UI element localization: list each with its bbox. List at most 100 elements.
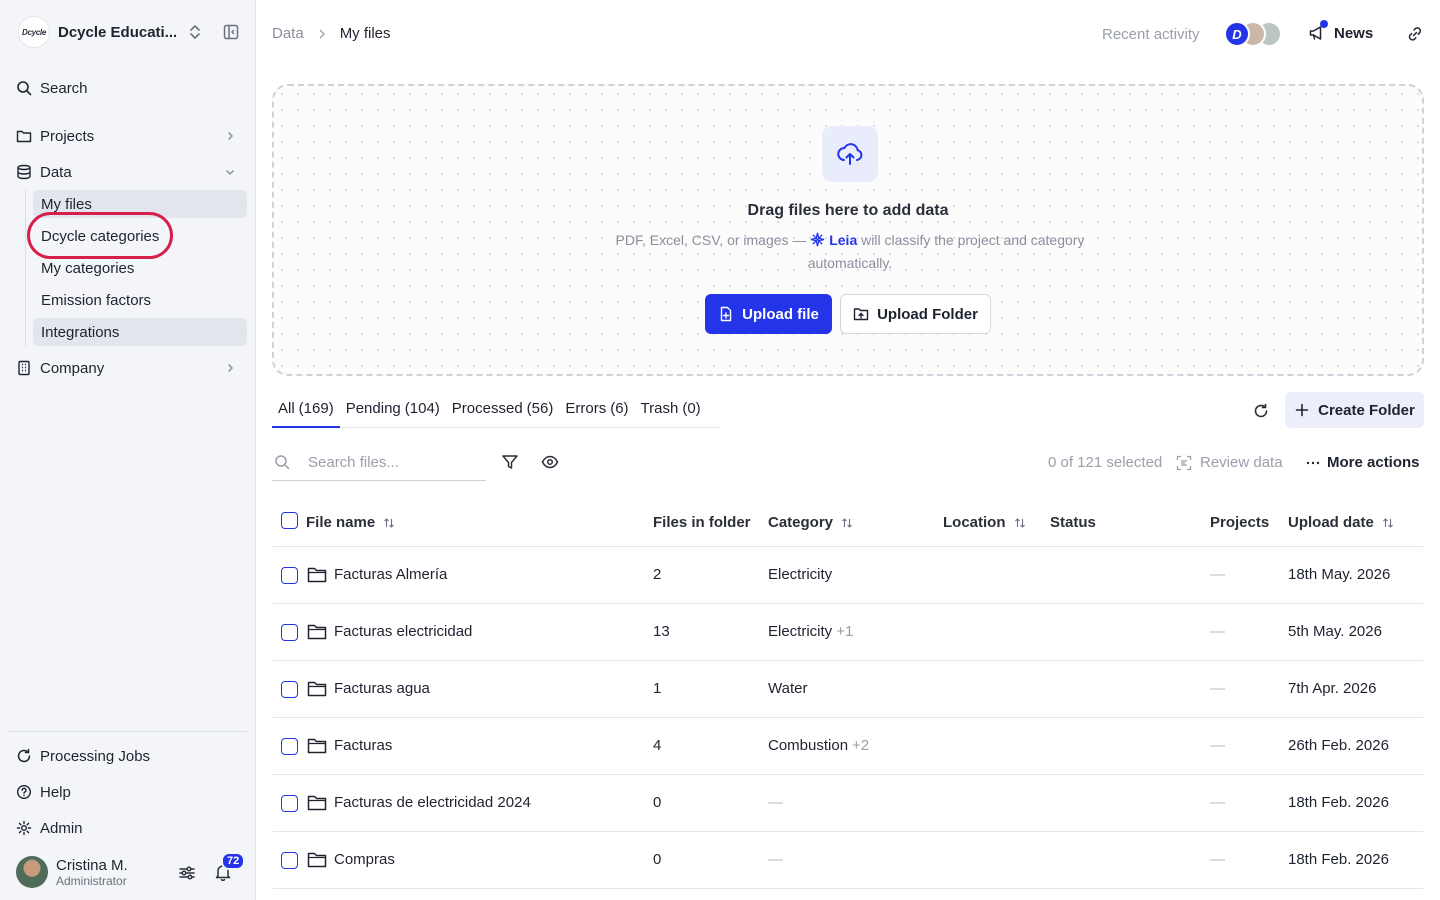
upload-folder-button[interactable]: Upload Folder: [840, 294, 991, 334]
chevron-right-icon: [228, 132, 233, 140]
row-checkbox[interactable]: [281, 624, 298, 641]
upload-file-label: Upload file: [742, 305, 819, 323]
files-in-folder: 1: [653, 680, 662, 697]
collaborator-avatars[interactable]: D: [1224, 21, 1286, 47]
tab-label: Errors: [565, 400, 607, 417]
upload-date: 18th Feb. 2026: [1288, 851, 1389, 868]
projects: —: [1210, 851, 1225, 868]
review-data-button[interactable]: Review data: [1176, 454, 1283, 471]
column-label: Projects: [1210, 514, 1270, 531]
avatar: D: [1224, 21, 1250, 47]
column-projects: Projects: [1210, 514, 1269, 531]
news-unread-dot: [1320, 20, 1328, 28]
chevron-down-icon: [226, 170, 234, 175]
projects: —: [1210, 680, 1225, 697]
sidebar-collapse-icon[interactable]: [222, 23, 240, 41]
refresh-icon[interactable]: [1252, 402, 1270, 420]
file-name[interactable]: Compras: [334, 851, 395, 868]
file-name[interactable]: Facturas electricidad: [334, 623, 472, 640]
folder-icon: [307, 681, 327, 697]
recent-activity-link[interactable]: Recent activity: [1102, 26, 1200, 43]
sidebar-item-help[interactable]: Help: [16, 778, 248, 806]
column-location[interactable]: Location: [943, 514, 1026, 531]
column-label: Files in folder: [653, 514, 751, 531]
files-in-folder: 2: [653, 566, 662, 583]
tab-pending[interactable]: Pending (104): [340, 394, 446, 428]
tab-count: (6): [610, 400, 629, 417]
more-actions-button[interactable]: More actions: [1305, 454, 1420, 471]
sidebar-item-integrations[interactable]: Integrations: [33, 318, 247, 346]
eye-icon[interactable]: [541, 453, 559, 471]
tab-errors[interactable]: Errors (6): [559, 394, 634, 428]
category-label: Electricity: [768, 566, 833, 583]
category: Electricity: [768, 566, 836, 583]
create-folder-label: Create Folder: [1318, 401, 1415, 419]
tab-count: (56): [526, 400, 554, 417]
sidebar-item-data[interactable]: Data: [16, 158, 248, 186]
table-row[interactable]: Facturas agua 1 Water — 7th Apr. 2026: [273, 661, 1423, 718]
row-checkbox[interactable]: [281, 852, 298, 869]
database-icon: [17, 164, 31, 180]
table-row[interactable]: Facturas 4 Combustion +2 — 26th Feb. 2026: [273, 718, 1423, 775]
sidebar-item-projects[interactable]: Projects: [16, 122, 248, 150]
category: —: [768, 794, 783, 811]
org-switcher[interactable]: Dcycle Dcycle Educati...: [18, 16, 246, 48]
filter-icon[interactable]: [501, 453, 519, 471]
table-row[interactable]: Facturas electricidad 13 Electricity +1 —…: [273, 604, 1423, 661]
search-field[interactable]: [272, 444, 486, 481]
file-name[interactable]: Facturas agua: [334, 680, 430, 697]
news-label: News: [1334, 24, 1374, 42]
upload-date: 18th May. 2026: [1288, 566, 1391, 583]
folder-icon: [307, 567, 327, 583]
tab-processed[interactable]: Processed (56): [446, 394, 560, 428]
table-row[interactable]: Facturas de electricidad 2024 0 — — 18th…: [273, 775, 1423, 832]
sliders-icon[interactable]: [178, 864, 196, 882]
category: Electricity +1: [768, 623, 853, 640]
sidebar-item-admin[interactable]: Admin: [16, 814, 248, 842]
tab-label: Pending: [345, 400, 401, 417]
category-label: Electricity: [768, 623, 833, 640]
column-file-name[interactable]: File name: [306, 514, 395, 531]
table-row[interactable]: Compras 0 — — 18th Feb. 2026: [273, 832, 1423, 889]
file-name[interactable]: Facturas de electricidad 2024: [334, 794, 531, 811]
tab-all[interactable]: All (169): [272, 394, 340, 428]
column-category[interactable]: Category: [768, 514, 853, 531]
sidebar-item-processing-jobs[interactable]: Processing Jobs: [16, 742, 248, 770]
row-checkbox[interactable]: [281, 795, 298, 812]
column-upload-date[interactable]: Upload date: [1288, 514, 1394, 531]
select-all-checkbox[interactable]: [281, 512, 298, 529]
tab-trash[interactable]: Trash (0): [635, 394, 707, 428]
leia-link[interactable]: Leia: [829, 232, 857, 248]
column-status: Status: [1050, 514, 1096, 531]
sidebar-item-company[interactable]: Company: [16, 354, 248, 382]
news-button[interactable]: News: [1308, 20, 1374, 42]
upload-file-button[interactable]: Upload file: [705, 294, 832, 334]
chevron-up-down-icon[interactable]: [186, 23, 204, 41]
sidebar-item-label: Admin: [40, 819, 83, 837]
sidebar-item-search[interactable]: Search: [16, 74, 248, 102]
file-dropzone[interactable]: Drag files here to add data PDF, Excel, …: [272, 84, 1424, 376]
building-icon: [18, 360, 30, 376]
sidebar-item-my-categories[interactable]: My categories: [33, 254, 247, 282]
search-input[interactable]: [308, 453, 478, 471]
folder-icon: [307, 852, 327, 868]
user-profile[interactable]: Cristina M. Administrator 72: [16, 852, 248, 888]
sidebar: Dcycle Dcycle Educati... Search Projects…: [0, 0, 256, 900]
file-name[interactable]: Facturas Almería: [334, 566, 447, 583]
breadcrumb-data[interactable]: Data: [272, 25, 304, 42]
folder-icon: [307, 738, 327, 754]
row-checkbox[interactable]: [281, 738, 298, 755]
column-label: File name: [306, 514, 376, 531]
submenu-guide-line: [25, 190, 26, 346]
table-row[interactable]: Facturas Almería 2 Electricity — 18th Ma…: [273, 547, 1423, 604]
sidebar-item-emission-factors[interactable]: Emission factors: [33, 286, 247, 314]
create-folder-button[interactable]: Create Folder: [1285, 392, 1424, 428]
chevron-right-icon: [228, 364, 233, 372]
row-checkbox[interactable]: [281, 567, 298, 584]
category-extra: +2: [852, 737, 870, 754]
file-name[interactable]: Facturas: [334, 737, 392, 754]
row-checkbox[interactable]: [281, 681, 298, 698]
refresh-icon: [17, 748, 31, 763]
link-icon[interactable]: [1406, 25, 1424, 43]
gear-icon: [16, 820, 32, 836]
